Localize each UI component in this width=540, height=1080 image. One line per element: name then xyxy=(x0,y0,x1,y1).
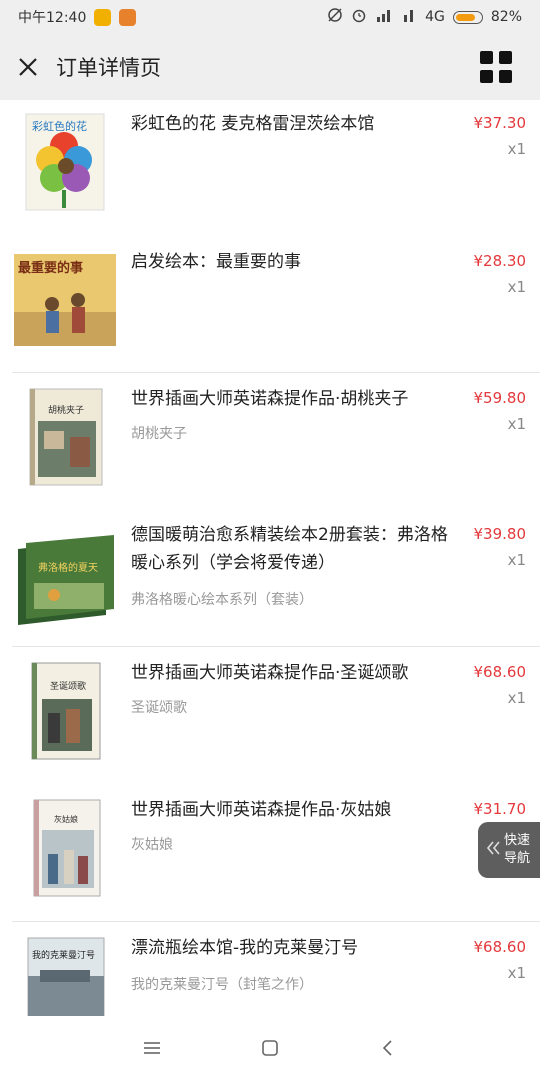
product-subtitle: 弗洛格暖心绘本系列（套装） xyxy=(131,592,313,608)
quick-nav-label-1: 快速 xyxy=(504,833,531,848)
product-name: 德国暖萌治愈系精装绘本2册套装：弗洛格暖心系列（学会将爱传递） xyxy=(131,525,448,573)
product-name: 世界插画大师英诺森提作品·胡桃夹子 xyxy=(131,389,409,409)
quick-nav-label-2: 导航 xyxy=(504,851,531,866)
product-price: ¥31.70 xyxy=(473,800,527,818)
product-name: 世界插画大师英诺森提作品·灰姑娘 xyxy=(131,800,392,820)
order-item[interactable]: 灰姑娘 世界插画大师英诺森提作品·灰姑娘 灰姑娘 ¥31.70 xyxy=(0,784,540,921)
order-item[interactable]: 胡桃夹子 世界插画大师英诺森提作品·胡桃夹子 胡桃夹子 ¥59.80 x1 xyxy=(0,373,540,509)
notification-app-icon xyxy=(119,8,137,26)
notification-app-icon xyxy=(94,8,112,26)
book-cover-image: 胡桃夹子 xyxy=(29,388,103,486)
home-icon[interactable] xyxy=(255,1033,285,1063)
sync-off-icon xyxy=(327,7,343,27)
product-price: ¥37.30 xyxy=(473,114,527,132)
product-quantity: x1 xyxy=(507,415,526,433)
cover-title: 最重要的事 xyxy=(18,260,83,276)
title-bar: 订单详情页 xyxy=(0,34,540,100)
status-bar: 中午12:40 4G 82% xyxy=(0,0,540,34)
product-subtitle: 灰姑娘 xyxy=(131,837,173,853)
cover-title: 弗洛格的夏天 xyxy=(38,561,98,574)
hd-signal-icon xyxy=(375,7,393,27)
quick-nav-button[interactable]: 快速 导航 xyxy=(478,822,540,878)
product-name: 启发绘本：最重要的事 xyxy=(131,252,301,272)
book-cover-image: 我的克莱曼汀号 xyxy=(27,937,105,1016)
page-title: 订单详情页 xyxy=(56,56,161,80)
product-price: ¥59.80 xyxy=(473,389,527,407)
order-item[interactable]: 弗洛格的夏天 德国暖萌治愈系精装绘本2册套装：弗洛格暖心系列（学会将爱传递） 弗… xyxy=(0,509,540,646)
product-price: ¥39.80 xyxy=(473,525,527,543)
cover-title: 彩虹色的花 xyxy=(32,119,87,133)
double-chevron-left-icon xyxy=(482,840,504,861)
book-cover-image: 圣诞颂歌 xyxy=(31,662,101,760)
order-item[interactable]: 圣诞颂歌 世界插画大师英诺森提作品·圣诞颂歌 圣诞颂歌 ¥68.60 x1 xyxy=(0,647,540,784)
battery-icon xyxy=(452,10,483,24)
cover-title: 灰姑娘 xyxy=(54,814,78,824)
product-name: 世界插画大师英诺森提作品·圣诞颂歌 xyxy=(131,663,409,683)
close-icon[interactable] xyxy=(0,34,56,100)
back-icon[interactable] xyxy=(373,1033,403,1063)
product-name: 漂流瓶绘本馆-我的克莱曼汀号 xyxy=(131,938,359,958)
product-quantity: x1 xyxy=(507,140,526,158)
product-quantity: x1 xyxy=(507,278,526,296)
cover-title: 胡桃夹子 xyxy=(48,404,84,416)
order-item[interactable]: 我的克莱曼汀号 漂流瓶绘本馆-我的克莱曼汀号 我的克莱曼汀号（封笔之作） ¥68… xyxy=(0,922,540,1016)
product-quantity: x1 xyxy=(507,964,526,982)
cover-title: 我的克莱曼汀号 xyxy=(32,949,95,961)
product-subtitle: 我的克莱曼汀号（封笔之作） xyxy=(131,977,313,993)
grid-menu-icon[interactable] xyxy=(480,51,512,83)
product-price: ¥28.30 xyxy=(473,252,527,270)
book-cover-image: 灰姑娘 xyxy=(33,799,101,897)
book-cover-image: 最重要的事 xyxy=(14,254,116,346)
product-price: ¥68.60 xyxy=(473,663,527,681)
book-cover-image: 彩虹色的花 xyxy=(25,113,105,211)
signal-icon xyxy=(401,7,417,27)
product-subtitle: 胡桃夹子 xyxy=(131,426,187,442)
product-quantity: x1 xyxy=(507,689,526,707)
product-price: ¥68.60 xyxy=(473,938,527,956)
product-quantity: x1 xyxy=(507,551,526,569)
product-subtitle: 圣诞颂歌 xyxy=(131,700,187,716)
network-type: 4G xyxy=(425,9,445,25)
order-item[interactable]: 彩虹色的花 彩虹色的花 麦克格雷涅茨绘本馆 ¥37.30 x1 xyxy=(0,100,540,236)
cover-title: 圣诞颂歌 xyxy=(50,680,86,692)
battery-percent: 82% xyxy=(490,9,522,25)
order-item-list[interactable]: 彩虹色的花 彩虹色的花 麦克格雷涅茨绘本馆 ¥37.30 x1 最重要的事 启发… xyxy=(0,100,540,1016)
product-name: 彩虹色的花 麦克格雷涅茨绘本馆 xyxy=(131,114,375,134)
menu-icon[interactable] xyxy=(137,1033,167,1063)
status-time: 中午12:40 xyxy=(18,10,87,26)
order-item[interactable]: 最重要的事 启发绘本：最重要的事 ¥28.30 x1 xyxy=(0,236,540,372)
alarm-icon xyxy=(351,7,367,27)
system-nav-bar xyxy=(0,1016,540,1080)
book-cover-image: 弗洛格的夏天 xyxy=(18,535,114,625)
